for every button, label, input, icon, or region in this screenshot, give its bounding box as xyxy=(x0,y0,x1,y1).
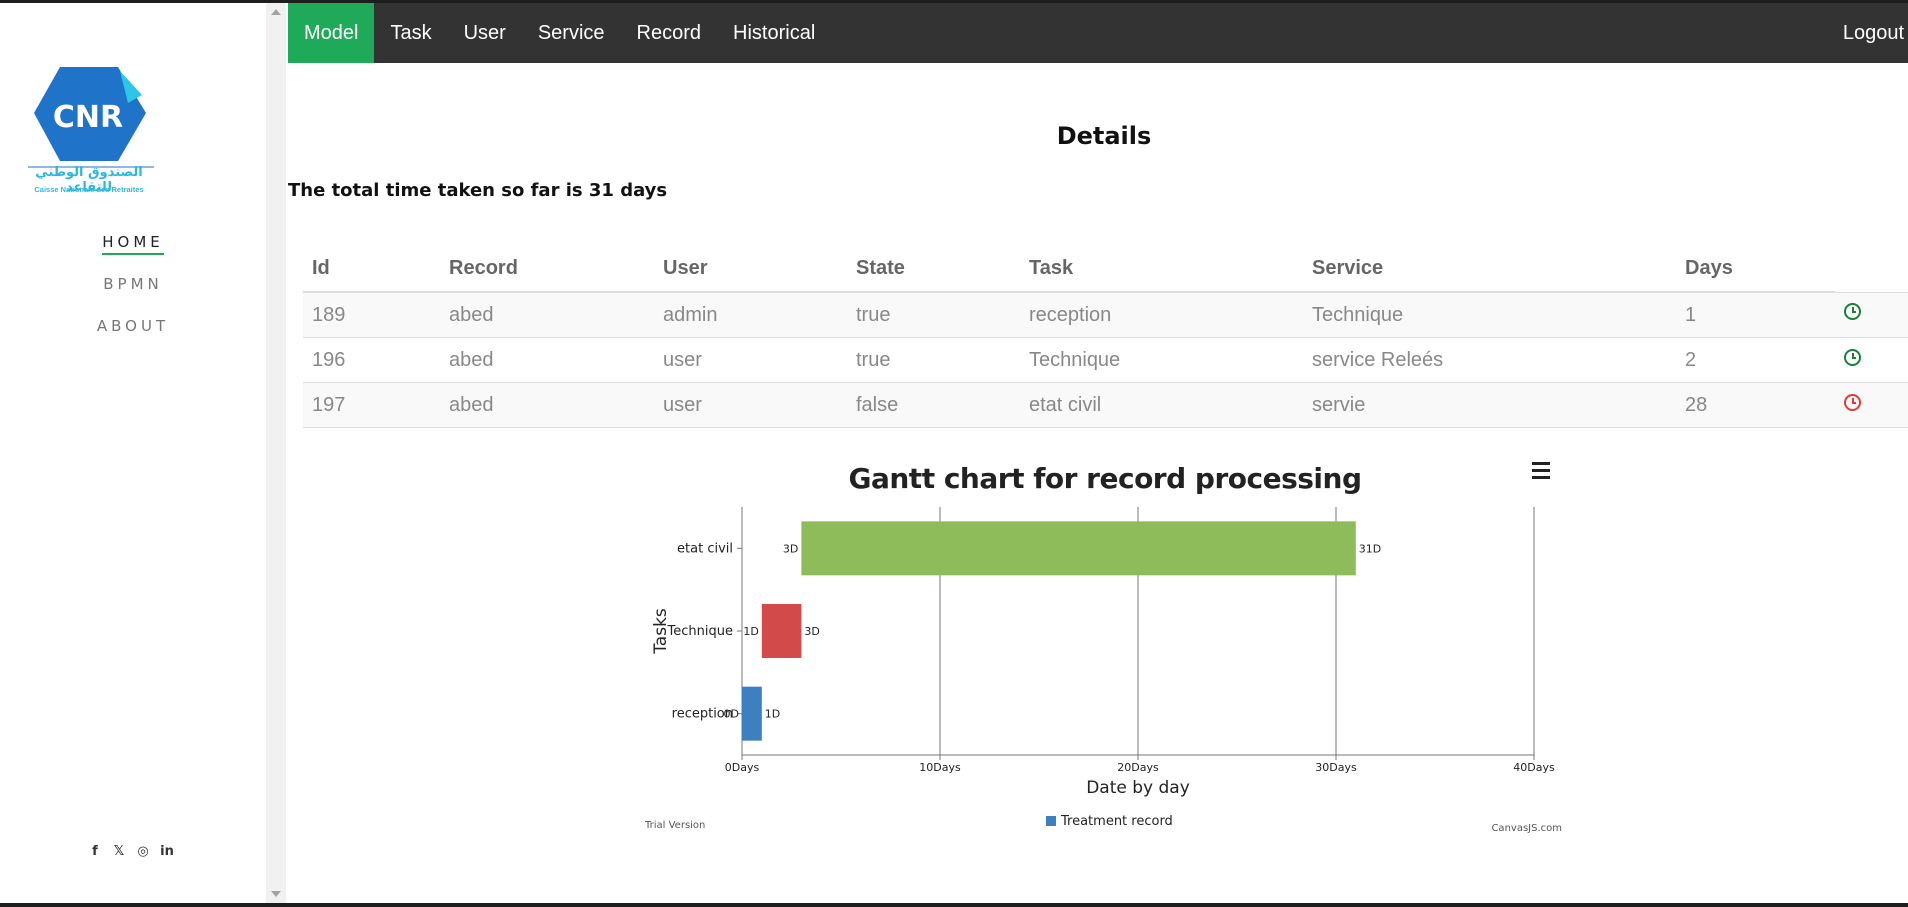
logo-subtitle: Caisse Nationale des Retraites xyxy=(34,185,144,194)
gantt-svg: 0Days 10Days 20Days 30Days 40Days etat civil 3… xyxy=(644,507,1562,834)
cell-status xyxy=(1835,292,1908,338)
header-state: State xyxy=(847,246,1020,293)
chart-watermark-left: Trial Version xyxy=(644,820,705,831)
gantt-bar xyxy=(801,521,1356,576)
gantt-bar xyxy=(742,686,762,741)
table-row: 189 abed admin true reception Technique … xyxy=(303,292,1908,338)
bar-end-label: 3D xyxy=(804,625,819,638)
clock-icon[interactable] xyxy=(1844,303,1861,321)
cell-task: reception xyxy=(1020,292,1303,338)
bar-end-label: 1D xyxy=(765,708,780,721)
sidebar: CNR الصندوق الوطني للتقاعد Caisse Nation… xyxy=(0,3,266,903)
y-tick-label: Technique xyxy=(667,624,733,639)
cell-service: service Releés xyxy=(1303,337,1676,383)
cell-days: 28 xyxy=(1676,382,1835,428)
table-row: 196 abed user true Technique service Rel… xyxy=(303,337,1908,383)
cell-task: Technique xyxy=(1020,337,1303,383)
clock-icon[interactable] xyxy=(1844,393,1861,411)
cell-record: abed xyxy=(440,292,654,338)
sidebar-nav: HOME BPMN ABOUT xyxy=(0,231,266,357)
cell-service: Technique xyxy=(1303,292,1676,338)
records-table: Id Record User State Task Service Days 1… xyxy=(303,246,1908,428)
nav-about[interactable]: ABOUT xyxy=(0,315,266,357)
facebook-icon[interactable]: f xyxy=(88,845,102,859)
x-tick-label: 40Days xyxy=(1513,761,1555,774)
table-header-row: Id Record User State Task Service Days xyxy=(303,246,1908,293)
cell-user: user xyxy=(654,337,847,383)
y-tick-label: etat civil xyxy=(677,541,733,556)
top-navbar: Model Task User Service Record Historica… xyxy=(288,3,1908,63)
gantt-chart: Gantt chart for record processing 0Days 1… xyxy=(640,450,1570,840)
x-axis-title: Date by day xyxy=(1086,778,1190,798)
nav-home[interactable]: HOME xyxy=(0,231,266,273)
cell-status xyxy=(1835,337,1908,383)
nav-home-label: HOME xyxy=(102,233,164,255)
cell-state: false xyxy=(847,382,1020,428)
header-service: Service xyxy=(1303,246,1676,293)
legend-label: Treatment record xyxy=(1060,814,1173,829)
legend-swatch xyxy=(1046,816,1056,826)
page-title: Details xyxy=(1056,122,1152,150)
cell-id: 196 xyxy=(303,337,440,383)
tab-task[interactable]: Task xyxy=(374,3,447,63)
cell-id: 189 xyxy=(303,292,440,338)
tab-historical[interactable]: Historical xyxy=(717,3,831,63)
cell-user: user xyxy=(654,382,847,428)
y-axis-title: Tasks xyxy=(651,608,671,655)
cell-id: 197 xyxy=(303,382,440,428)
tab-record[interactable]: Record xyxy=(621,3,717,63)
nav-bpmn-label: BPMN xyxy=(103,275,163,293)
chart-watermark-right: CanvasJS.com xyxy=(1491,823,1562,834)
x-tick-label: 0Days xyxy=(725,761,760,774)
tab-model[interactable]: Model xyxy=(288,3,375,63)
total-time-text: The total time taken so far is 31 days xyxy=(288,180,668,201)
header-days: Days xyxy=(1676,246,1835,293)
scroll-up-arrow-icon[interactable] xyxy=(271,9,281,15)
gantt-bar xyxy=(761,604,802,658)
bar-start-label: 3D xyxy=(783,542,798,555)
x-tick-label: 30Days xyxy=(1315,761,1357,774)
tab-user[interactable]: User xyxy=(448,3,522,63)
cell-state: true xyxy=(847,292,1020,338)
twitter-icon[interactable]: 𝕏 xyxy=(112,845,126,859)
header-id: Id xyxy=(303,246,440,293)
cell-days: 1 xyxy=(1676,292,1835,338)
bar-end-label: 31D xyxy=(1359,542,1381,555)
nav-about-label: ABOUT xyxy=(96,317,170,335)
cell-record: abed xyxy=(440,382,654,428)
top-tabs: Model Task User Service Record Historica… xyxy=(288,3,1908,63)
instagram-icon[interactable]: ◎ xyxy=(136,845,150,859)
header-status xyxy=(1835,246,1908,293)
cell-status xyxy=(1835,382,1908,428)
table-row: 197 abed user false etat civil servie 28 xyxy=(303,382,1908,428)
x-tick-label: 10Days xyxy=(919,761,961,774)
cell-service: servie xyxy=(1303,382,1676,428)
linkedin-icon[interactable]: in xyxy=(160,845,174,859)
scroll-down-arrow-icon[interactable] xyxy=(271,891,281,897)
nav-bpmn[interactable]: BPMN xyxy=(0,273,266,315)
x-tick-label: 20Days xyxy=(1117,761,1159,774)
bar-start-label: 1D xyxy=(743,625,758,638)
svg-text:CNR: CNR xyxy=(53,100,123,135)
cell-state: true xyxy=(847,337,1020,383)
cnr-logo: CNR الصندوق الوطني للتقاعد Caisse Nation… xyxy=(24,65,160,200)
sidebar-scrollbar[interactable] xyxy=(266,3,286,903)
tab-service[interactable]: Service xyxy=(522,3,621,63)
cell-days: 2 xyxy=(1676,337,1835,383)
header-record: Record xyxy=(440,246,654,293)
social-links: f 𝕏 ◎ in xyxy=(88,845,174,859)
cell-user: admin xyxy=(654,292,847,338)
logout-link[interactable]: Logout xyxy=(1843,3,1904,63)
cell-task: etat civil xyxy=(1020,382,1303,428)
header-user: User xyxy=(654,246,847,293)
cell-record: abed xyxy=(440,337,654,383)
bar-start-label: 0D xyxy=(724,708,739,721)
clock-icon[interactable] xyxy=(1844,348,1861,366)
header-task: Task xyxy=(1020,246,1303,293)
window-bottom-border xyxy=(0,903,1908,907)
